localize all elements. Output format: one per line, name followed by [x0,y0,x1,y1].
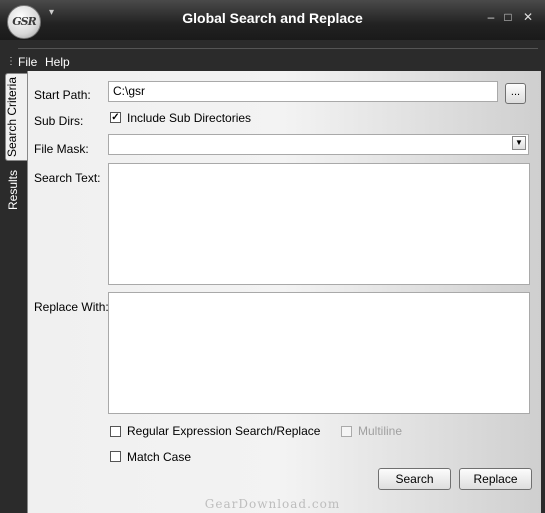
start-path-label: Start Path: [34,88,91,102]
search-button[interactable]: Search [378,468,451,490]
include-subdirs-label: Include Sub Directories [127,111,252,125]
menu-help[interactable]: Help [43,54,72,70]
match-case-checkbox[interactable] [110,451,121,462]
tab-results[interactable]: Results [5,167,27,213]
side-tabs: Search Criteria Results [0,71,28,513]
file-mask-label: File Mask: [34,142,89,156]
replace-with-area[interactable] [108,292,530,414]
tab-results-label: Results [6,169,21,211]
menu-bar: ⋮ File Help [0,52,545,71]
file-mask-select[interactable] [108,134,529,155]
replace-with-label: Replace With: [34,300,109,314]
chevron-down-icon[interactable]: ▼ [512,136,526,150]
multiline-checkbox[interactable] [341,426,352,437]
menu-grip-icon: ⋮ [6,56,16,67]
maximize-icon[interactable]: □ [500,10,516,24]
close-icon[interactable]: ✕ [520,10,536,24]
multiline-label: Multiline [358,424,403,438]
tab-search-criteria[interactable]: Search Criteria [5,73,28,161]
replace-button[interactable]: Replace [459,468,532,490]
browse-button[interactable]: ... [505,83,526,104]
search-text-label: Search Text: [34,171,101,185]
start-path-input[interactable]: C:\gsr [108,81,498,102]
search-criteria-panel: Start Path: C:\gsr ... Sub Dirs: ✓ Inclu… [27,71,541,513]
title-separator [18,48,538,49]
minimize-icon[interactable]: – [483,10,499,24]
search-text-area[interactable] [108,163,530,285]
window-title: Global Search and Replace [182,10,363,26]
title-bar: GSR ▾ Global Search and Replace – □ ✕ [0,0,545,40]
match-case-label: Match Case [127,450,192,464]
sub-dirs-label: Sub Dirs: [34,114,84,128]
regex-checkbox[interactable] [110,426,121,437]
watermark: GearDownload.com [204,497,341,511]
include-subdirs-checkbox[interactable]: ✓ [110,112,121,123]
menu-file[interactable]: File [16,54,39,70]
regex-label: Regular Expression Search/Replace [127,424,321,438]
tab-search-criteria-label: Search Criteria [5,76,20,158]
